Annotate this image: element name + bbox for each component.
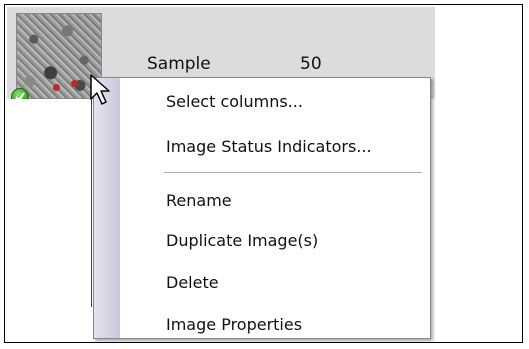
column-label-sample: Sample — [147, 54, 211, 74]
context-menu: Select columns... Image Status Indicator… — [93, 77, 431, 339]
menu-item-image-properties[interactable]: Image Properties — [120, 307, 430, 341]
mouse-pointer-icon — [90, 74, 110, 105]
menu-item-select-columns[interactable]: Select columns... — [120, 84, 430, 118]
menu-item-duplicate-images[interactable]: Duplicate Image(s) — [120, 223, 430, 257]
column-value-sample: 50 — [300, 54, 322, 74]
menu-item-image-status-indicators[interactable]: Image Status Indicators... — [120, 129, 430, 163]
menu-separator — [164, 172, 422, 174]
thumbnail-red-dot — [53, 84, 60, 91]
thumbnail-red-dot — [71, 80, 78, 87]
image-browser-panel: Sample 50 Select columns... Image Status… — [4, 4, 523, 343]
menu-icon-gutter — [94, 78, 120, 338]
menu-item-delete[interactable]: Delete — [120, 265, 430, 299]
list-column-strip — [7, 99, 92, 307]
menu-item-rename[interactable]: Rename — [120, 183, 430, 217]
